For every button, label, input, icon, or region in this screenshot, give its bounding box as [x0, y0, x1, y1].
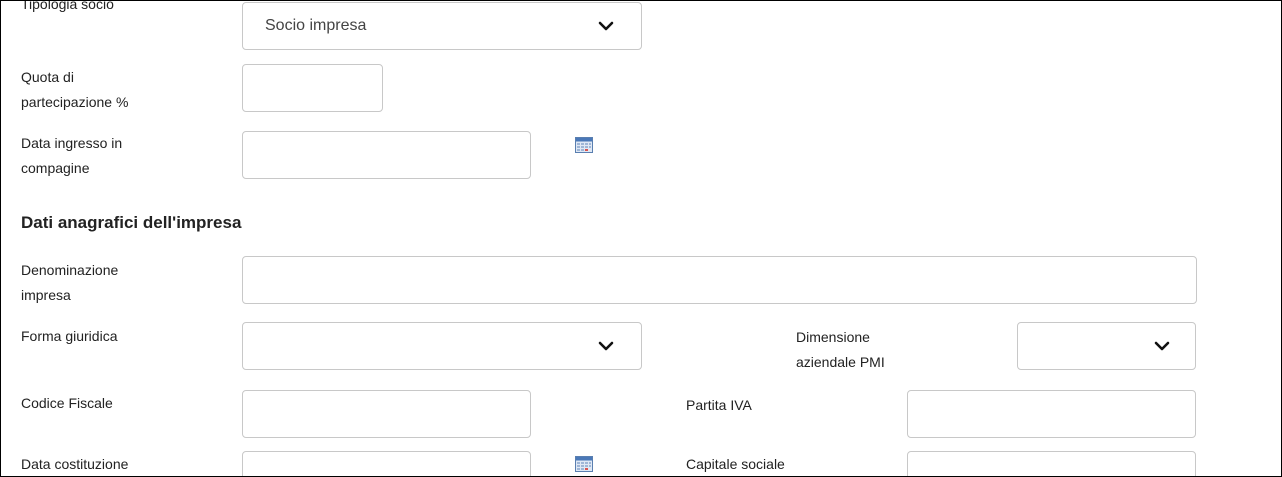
quota-input[interactable] — [242, 64, 383, 112]
dimensione-label-line1: Dimensione — [796, 329, 870, 345]
data-ingresso-input[interactable] — [242, 131, 531, 179]
capitale-sociale-input[interactable] — [907, 451, 1196, 476]
forma-giuridica-label: Forma giuridica — [21, 328, 118, 344]
codice-fiscale-input[interactable] — [242, 390, 531, 438]
partita-iva-input[interactable] — [907, 390, 1196, 438]
quota-label-line1: Quota di — [21, 69, 74, 85]
data-ingresso-label-line2: compagine — [21, 160, 90, 176]
data-ingresso-label-line1: Data ingresso in — [21, 135, 123, 151]
partita-iva-label: Partita IVA — [686, 397, 752, 413]
chevron-down-icon — [598, 21, 614, 31]
tipologia-socio-label: Tipologia socio — [21, 0, 114, 12]
denominazione-label-line2: impresa — [21, 287, 71, 303]
tipologia-socio-value: Socio impresa — [265, 17, 367, 34]
calendar-icon[interactable] — [575, 456, 593, 472]
form-frame: Tipologia socio Socio impresa Quota di p… — [0, 0, 1282, 477]
quota-label-line2: partecipazione % — [21, 94, 129, 110]
data-costituzione-input[interactable] — [242, 451, 531, 476]
codice-fiscale-label: Codice Fiscale — [21, 395, 113, 411]
denominazione-label-line1: Denominazione — [21, 262, 119, 278]
dimensione-label-line2: aziendale PMI — [796, 354, 885, 370]
forma-giuridica-select[interactable] — [242, 322, 642, 370]
tipologia-socio-select[interactable]: Socio impresa — [242, 2, 642, 50]
calendar-icon[interactable] — [575, 137, 593, 153]
section-title: Dati anagrafici dell'impresa — [21, 213, 242, 232]
chevron-down-icon — [1154, 341, 1170, 351]
denominazione-input[interactable] — [242, 256, 1197, 304]
chevron-down-icon — [598, 341, 614, 351]
capitale-sociale-label: Capitale sociale — [686, 456, 785, 472]
data-costituzione-label: Data costituzione — [21, 456, 129, 472]
dimensione-select[interactable] — [1017, 322, 1196, 370]
